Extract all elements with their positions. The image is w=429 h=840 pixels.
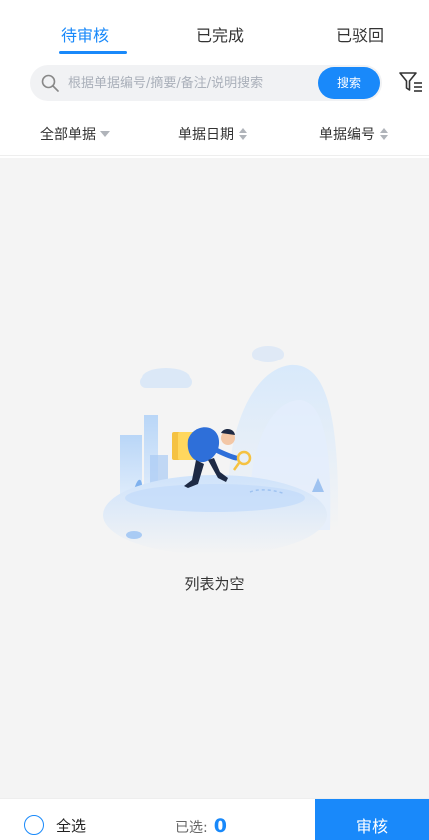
tab-pending[interactable]: 待审核 <box>61 22 109 46</box>
selected-number: 0 <box>213 815 227 837</box>
search-icon <box>41 74 59 92</box>
search-bar: 搜索 <box>30 65 382 101</box>
search-input[interactable] <box>68 65 308 101</box>
selected-label: 已选: <box>175 820 208 836</box>
tab-completed[interactable]: 已完成 <box>196 22 244 46</box>
search-button[interactable]: 搜索 <box>318 67 380 99</box>
select-all-label[interactable]: 全选 <box>56 815 86 836</box>
empty-state-text: 列表为空 <box>184 575 245 593</box>
sort-doc-number[interactable]: 单据编号 <box>319 124 389 144</box>
sort-icon <box>380 128 388 140</box>
select-all-checkbox[interactable] <box>24 815 44 835</box>
all-docs-dropdown[interactable]: 全部单据 <box>40 124 110 144</box>
filter-icon[interactable] <box>398 69 424 95</box>
status-tabs: 待审核 已完成 已驳回 <box>0 0 429 58</box>
sort-doc-date[interactable]: 单据日期 <box>178 124 248 144</box>
footer-bar: 全选 已选: 0 审核 <box>0 798 429 840</box>
sort-icon <box>239 128 247 140</box>
empty-list-illustration <box>103 346 339 555</box>
caret-down-icon <box>100 131 110 137</box>
selected-count: 已选: 0 <box>175 815 227 837</box>
tab-rejected[interactable]: 已驳回 <box>336 22 384 46</box>
all-docs-label: 全部单据 <box>40 127 96 143</box>
header-panel: 待审核 已完成 已驳回 搜索 全部单据 单据日期 单据编号 <box>0 0 429 158</box>
doc-number-label: 单据编号 <box>319 127 375 143</box>
sort-bar: 全部单据 单据日期 单据编号 <box>0 112 429 156</box>
approve-button[interactable]: 审核 <box>315 799 429 840</box>
doc-date-label: 单据日期 <box>178 127 234 143</box>
active-tab-indicator <box>59 51 127 54</box>
